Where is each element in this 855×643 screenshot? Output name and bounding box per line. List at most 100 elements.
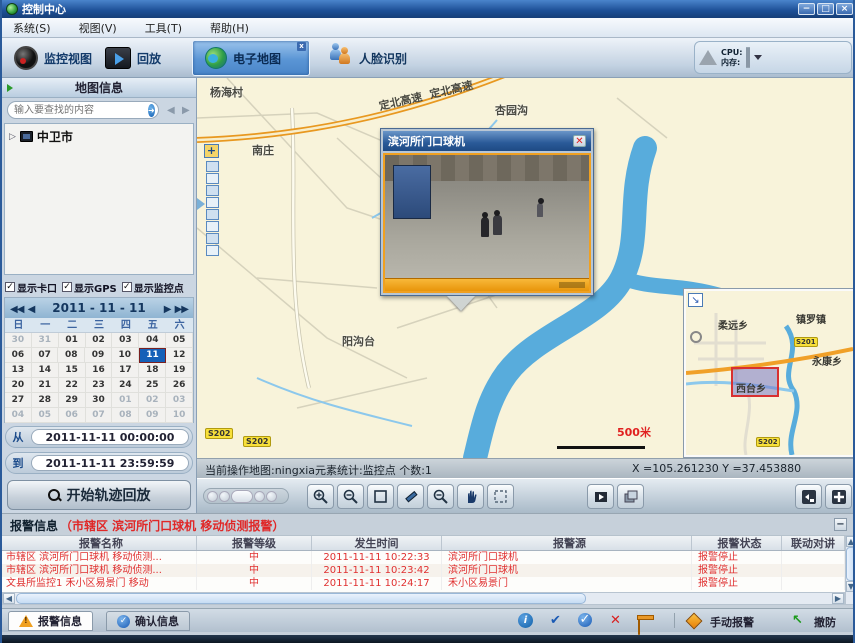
vertical-scrollbar[interactable]: ▲ ▼	[845, 535, 855, 605]
calendar-day[interactable]: 09	[85, 348, 112, 363]
confirm-check-icon[interactable]: ✔	[548, 613, 563, 628]
scroll-right-icon[interactable]: ▶	[832, 593, 844, 604]
calendar-day[interactable]: 28	[32, 393, 59, 408]
column-header[interactable]: 报警状态	[692, 536, 782, 550]
calendar-day[interactable]: 09	[139, 408, 166, 423]
overview-minimap[interactable]: 柔远乡 镇罗镇 永康乡 S201 S202 西台乡 ↘	[684, 289, 855, 457]
zoom-region-button[interactable]	[427, 484, 454, 509]
search-box[interactable]: ➜	[7, 101, 159, 119]
calendar-day[interactable]: 14	[32, 363, 59, 378]
calendar-day[interactable]: 01	[112, 393, 139, 408]
tab-face-recognition[interactable]: 人脸识别	[317, 40, 432, 76]
tree-item-city[interactable]: ▷ 中卫市	[5, 124, 193, 145]
calendar-day[interactable]: 03	[166, 393, 193, 408]
scroll-up-icon[interactable]: ▲	[846, 536, 855, 547]
measure-button[interactable]	[397, 484, 424, 509]
scrollbar-thumb[interactable]	[846, 547, 855, 581]
playback-button[interactable]: 回放	[105, 42, 161, 74]
next-year-icon[interactable]: ▶▶	[175, 304, 188, 315]
calendar-day[interactable]: 23	[86, 378, 113, 393]
calendar-day[interactable]: 07	[86, 408, 113, 423]
menu-item[interactable]: 视图(V)	[76, 19, 120, 37]
search-input[interactable]	[12, 104, 148, 117]
calendar-day[interactable]: 05	[32, 408, 59, 423]
scroll-left-icon[interactable]: ◀	[3, 593, 15, 604]
calendar-day[interactable]: 06	[59, 408, 86, 423]
calendar-day[interactable]: 27	[5, 393, 32, 408]
manual-alarm-button[interactable]: 手动报警	[710, 614, 754, 630]
zoom-in-button[interactable]	[307, 484, 334, 509]
full-screen-button[interactable]	[825, 484, 852, 509]
fit-view-button[interactable]	[795, 484, 822, 509]
panel-minimize-icon[interactable]: −	[834, 518, 847, 531]
minimize-button[interactable]: −	[798, 3, 815, 15]
zoom-step[interactable]	[206, 221, 219, 232]
calendar-day[interactable]: 08	[112, 408, 139, 423]
column-header[interactable]: 联动对讲	[782, 536, 845, 550]
info-icon[interactable]: i	[518, 613, 533, 628]
next-month-icon[interactable]: ▶	[164, 304, 171, 315]
disarm-button[interactable]: 撤防	[814, 614, 836, 630]
tab-close-icon[interactable]: x	[297, 42, 306, 51]
calendar-day[interactable]: 13	[5, 363, 32, 378]
collapse-arrow-icon[interactable]	[7, 84, 13, 92]
search-go-icon[interactable]: ➜	[148, 104, 155, 117]
checkbox-icon[interactable]: ✓	[62, 282, 72, 292]
confirm-all-icon[interactable]: ✓	[578, 613, 592, 627]
prev-month-icon[interactable]: ◀	[28, 304, 35, 315]
calendar-day[interactable]: 05	[166, 333, 193, 348]
menu-item[interactable]: 帮助(H)	[207, 19, 252, 37]
calendar-day[interactable]: 22	[59, 378, 86, 393]
calendar-day[interactable]: 02	[139, 393, 166, 408]
zoom-step[interactable]	[206, 185, 219, 196]
calendar-day[interactable]: 08	[58, 348, 85, 363]
tab-alarm-info[interactable]: 报警信息	[8, 611, 93, 631]
zoom-out-button[interactable]	[337, 484, 364, 509]
calendar-day[interactable]: 06	[5, 348, 32, 363]
zoom-step[interactable]	[206, 245, 219, 256]
calendar-day[interactable]: 21	[32, 378, 59, 393]
calendar-day[interactable]: 15	[59, 363, 86, 378]
prev-result-icon[interactable]: ◀	[167, 105, 175, 116]
trash-icon[interactable]	[638, 618, 640, 635]
close-button[interactable]: ×	[836, 3, 853, 15]
calendar-day[interactable]: 25	[139, 378, 166, 393]
layer-checkbox[interactable]: ✓显示卡口	[5, 280, 57, 295]
start-track-playback-button[interactable]: 开始轨迹回放	[7, 480, 191, 510]
menu-item[interactable]: 系统(S)	[10, 19, 54, 37]
zoom-step[interactable]	[206, 173, 219, 184]
calendar-day[interactable]: 26	[166, 378, 193, 393]
column-header[interactable]: 报警名称	[2, 536, 197, 550]
next-result-icon[interactable]: ▶	[182, 105, 190, 116]
monitor-view-button[interactable]: 监控视图	[14, 42, 92, 74]
calendar-day[interactable]: 19	[166, 363, 193, 378]
calendar-day[interactable]: 18	[139, 363, 166, 378]
zoom-plus-icon[interactable]: +	[204, 144, 219, 158]
map-canvas[interactable]: 定北高速定北高速 杨海村 杏园沟 南庄 阳沟台 S202 S202 + 500米…	[197, 78, 855, 458]
prev-year-icon[interactable]: ◀◀	[10, 304, 23, 315]
disarm-arrow-icon[interactable]: ↖	[790, 613, 805, 628]
performance-panel[interactable]: CPU: 内存:	[694, 41, 852, 74]
calendar-day[interactable]: 04	[5, 408, 32, 423]
map-zoom-control[interactable]: +	[204, 144, 220, 257]
delete-x-icon[interactable]: ✕	[608, 613, 623, 628]
calendar-day[interactable]: 10	[166, 408, 193, 423]
calendar-day[interactable]: 03	[112, 333, 139, 348]
camera-video-popup[interactable]: 滨河所门口球机 ✕	[380, 128, 594, 296]
chevron-down-icon[interactable]	[754, 55, 762, 60]
scrollbar-thumb[interactable]	[16, 593, 586, 604]
zoom-step[interactable]	[206, 161, 219, 172]
calendar-day[interactable]: 04	[139, 333, 166, 348]
calendar-day[interactable]: 29	[59, 393, 86, 408]
calendar-day[interactable]: 16	[86, 363, 113, 378]
calendar-day[interactable]: 10	[112, 348, 139, 363]
column-header[interactable]: 报警等级	[197, 536, 312, 550]
calendar-day[interactable]: 02	[86, 333, 113, 348]
video-control-bar[interactable]	[385, 278, 589, 291]
rect-select-button[interactable]	[367, 484, 394, 509]
calendar-day[interactable]: 12	[166, 348, 193, 363]
layer-checkbox[interactable]: ✓显示监控点	[122, 280, 184, 295]
calendar-day[interactable]: 31	[32, 333, 59, 348]
lasso-select-button[interactable]	[487, 484, 514, 509]
tree-expander-icon[interactable]: ▷	[9, 132, 16, 142]
